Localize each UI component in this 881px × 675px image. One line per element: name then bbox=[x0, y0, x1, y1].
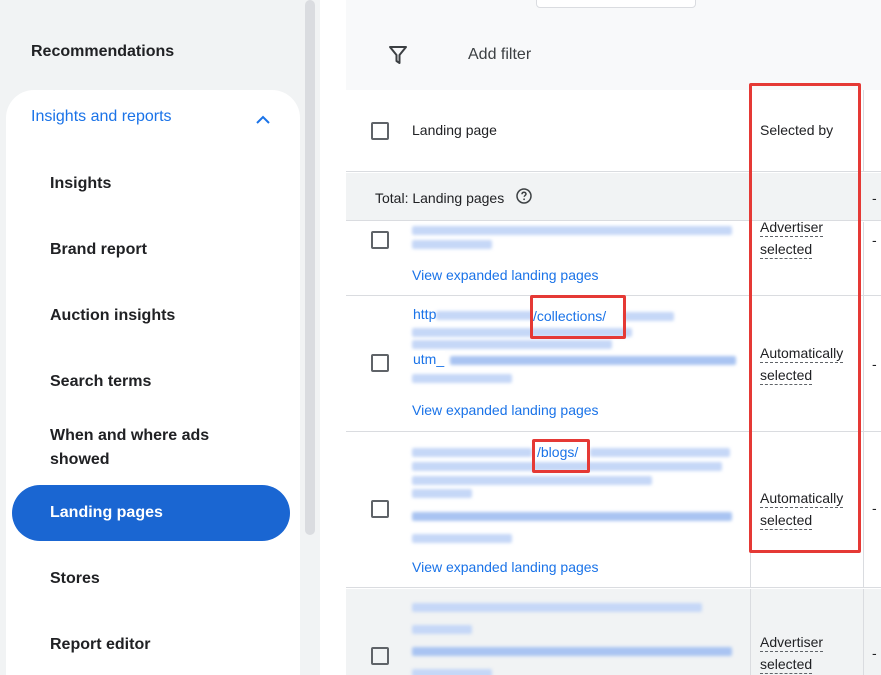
add-filter-button[interactable]: Add filter bbox=[468, 46, 531, 64]
row-checkbox[interactable] bbox=[371, 354, 389, 372]
row-value: - bbox=[872, 645, 877, 661]
chevron-up-icon bbox=[256, 115, 270, 124]
sidebar-scrollbar-thumb[interactable] bbox=[305, 0, 315, 535]
selected-by-line: selected bbox=[760, 656, 813, 674]
redacted-url bbox=[412, 534, 512, 543]
column-divider bbox=[863, 296, 864, 432]
nav-group-insights-reports: Insights and reports Insights Brand repo… bbox=[6, 90, 300, 675]
sidebar-item-auction-insights[interactable]: Auction insights bbox=[50, 304, 175, 328]
filter-icon[interactable] bbox=[388, 45, 408, 65]
sidebar-item-report-editor[interactable]: Report editor bbox=[50, 633, 150, 657]
view-expanded-link[interactable]: View expanded landing pages bbox=[412, 559, 599, 575]
selected-by-line: Advertiser bbox=[760, 634, 824, 652]
help-icon[interactable] bbox=[516, 188, 532, 204]
sidebar-item-landing-pages[interactable]: Landing pages bbox=[12, 485, 290, 541]
redacted-url bbox=[590, 448, 730, 457]
row-value: - bbox=[872, 232, 877, 248]
redacted-url bbox=[412, 603, 702, 612]
row-checkbox[interactable] bbox=[371, 231, 389, 249]
redacted-url bbox=[412, 647, 732, 656]
row-value: - bbox=[872, 500, 877, 516]
annotation-box-collections bbox=[530, 295, 626, 339]
column-divider bbox=[750, 589, 751, 675]
column-header-landing-page[interactable]: Landing page bbox=[412, 122, 497, 138]
column-divider bbox=[863, 90, 864, 172]
row-checkbox[interactable] bbox=[371, 647, 389, 665]
annotation-box-blogs bbox=[532, 439, 590, 473]
redacted-url bbox=[412, 512, 732, 521]
nav-item-recommendations[interactable]: Recommendations bbox=[31, 43, 174, 61]
select-all-checkbox[interactable] bbox=[371, 122, 389, 140]
sidebar-item-insights[interactable]: Insights bbox=[50, 172, 111, 196]
redacted-url bbox=[412, 226, 732, 235]
column-divider bbox=[863, 432, 864, 588]
top-tab-fragment bbox=[536, 0, 696, 8]
view-expanded-link[interactable]: View expanded landing pages bbox=[412, 402, 599, 418]
redacted-url bbox=[412, 476, 652, 485]
row-value: - bbox=[872, 356, 877, 372]
landing-pages-table: Add filter Landing page Selected by Tota… bbox=[346, 0, 881, 675]
sidebar-nav: Recommendations Insights and reports Ins… bbox=[0, 0, 300, 675]
total-label: Total: Landing pages bbox=[375, 190, 505, 206]
filter-bar: Add filter bbox=[346, 0, 881, 90]
url-utm[interactable]: utm_ bbox=[412, 351, 446, 367]
selected-by-value: Advertiser selected bbox=[760, 633, 824, 675]
redacted-url bbox=[436, 311, 536, 320]
redacted-url bbox=[412, 625, 472, 634]
column-divider bbox=[863, 222, 864, 296]
column-divider bbox=[863, 589, 864, 675]
redacted-url bbox=[450, 356, 736, 365]
row-checkbox[interactable] bbox=[371, 500, 389, 518]
total-value: - bbox=[872, 190, 877, 206]
redacted-url bbox=[624, 312, 674, 321]
redacted-url bbox=[412, 448, 532, 457]
sidebar-item-stores[interactable]: Stores bbox=[50, 567, 100, 591]
redacted-url bbox=[412, 340, 612, 349]
sidebar-item-brand-report[interactable]: Brand report bbox=[50, 238, 147, 262]
nav-group-label: Insights and reports bbox=[31, 108, 172, 125]
table-row: Advertiser selected - bbox=[346, 589, 881, 675]
sidebar-item-search-terms[interactable]: Search terms bbox=[50, 370, 151, 394]
nav-group-header[interactable]: Insights and reports bbox=[31, 108, 281, 132]
redacted-url bbox=[412, 240, 492, 249]
sidebar-item-when-where-ads[interactable]: When and where ads showed bbox=[50, 424, 250, 472]
redacted-url bbox=[412, 374, 512, 383]
view-expanded-link[interactable]: View expanded landing pages bbox=[412, 267, 599, 283]
annotation-box-selected-by bbox=[749, 83, 861, 553]
redacted-url bbox=[412, 669, 492, 675]
redacted-url bbox=[412, 489, 472, 498]
url-prefix[interactable]: http bbox=[412, 306, 437, 322]
